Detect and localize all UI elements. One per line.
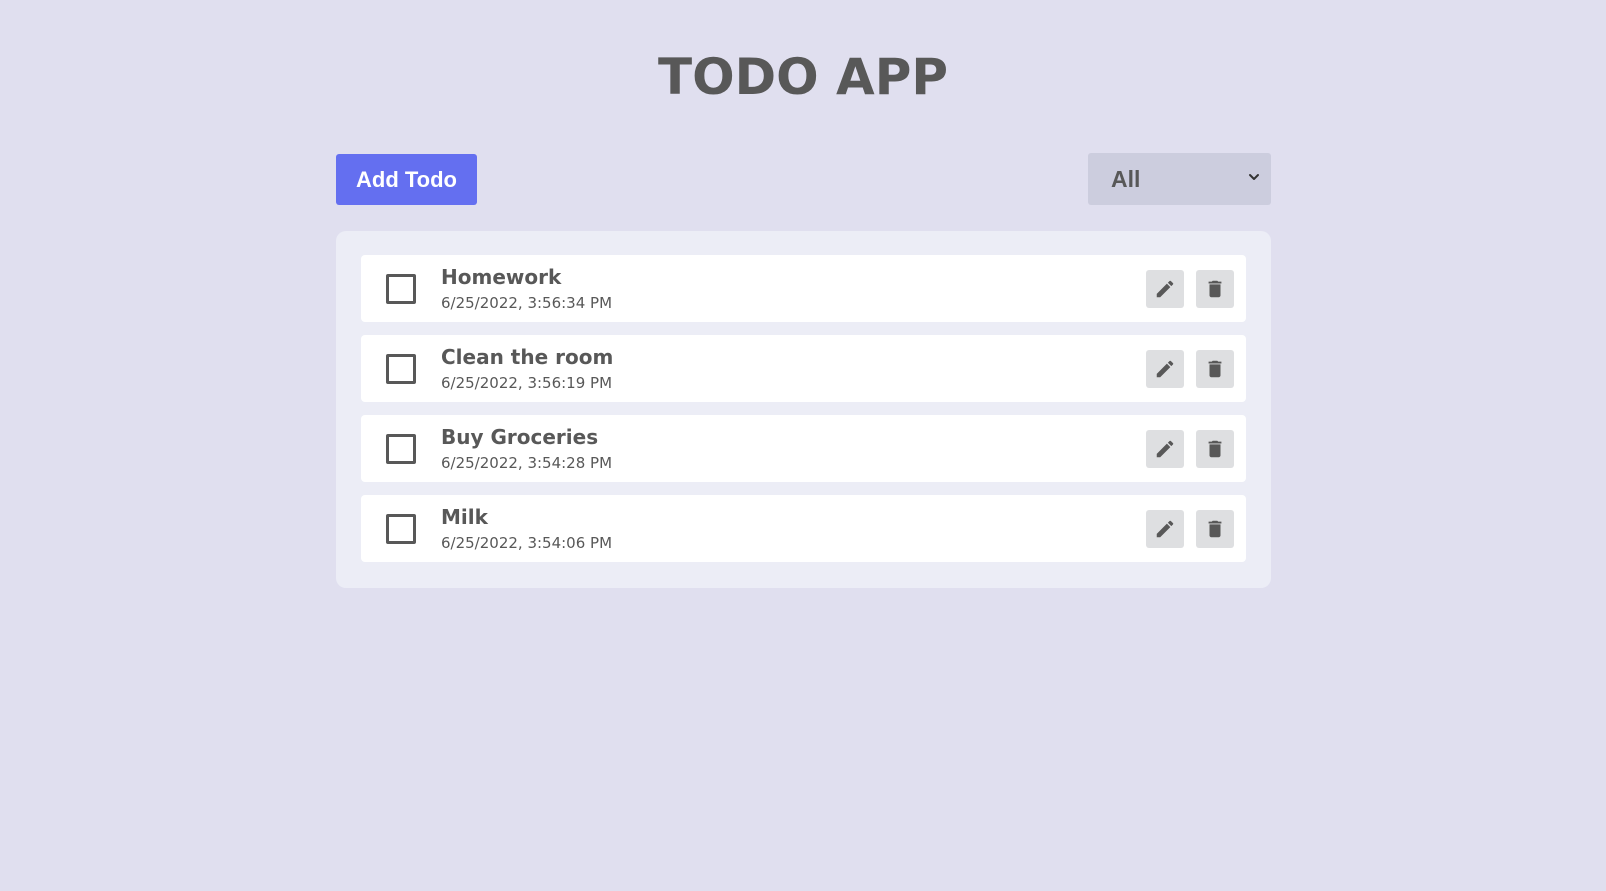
filter-selected-value: All (1111, 165, 1141, 192)
delete-button[interactable] (1196, 510, 1234, 548)
todo-timestamp: 6/25/2022, 3:54:06 PM (441, 534, 613, 552)
todo-checkbox[interactable] (386, 514, 416, 544)
trash-icon (1208, 280, 1222, 298)
pencil-icon (1156, 280, 1174, 298)
todo-item: Homework 6/25/2022, 3:56:34 PM (361, 255, 1246, 322)
pencil-icon (1156, 440, 1174, 458)
add-todo-button[interactable]: Add Todo (336, 154, 477, 205)
todo-title: Buy Groceries (441, 425, 599, 449)
todo-checkbox[interactable] (386, 274, 416, 304)
delete-button[interactable] (1196, 430, 1234, 468)
todo-timestamp: 6/25/2022, 3:56:19 PM (441, 374, 613, 392)
todo-item: Milk 6/25/2022, 3:54:06 PM (361, 495, 1246, 562)
todo-item: Buy Groceries 6/25/2022, 3:54:28 PM (361, 415, 1246, 482)
chevron-down-icon (1249, 174, 1259, 180)
todo-checkbox[interactable] (386, 354, 416, 384)
todo-item: Clean the room 6/25/2022, 3:56:19 PM (361, 335, 1246, 402)
trash-icon (1208, 360, 1222, 378)
todo-title: Milk (441, 505, 488, 529)
delete-button[interactable] (1196, 350, 1234, 388)
todo-title: Homework (441, 265, 562, 289)
edit-button[interactable] (1146, 270, 1184, 308)
edit-button[interactable] (1146, 430, 1184, 468)
todo-checkbox[interactable] (386, 434, 416, 464)
edit-button[interactable] (1146, 510, 1184, 548)
status-filter-select[interactable]: All (1088, 153, 1271, 205)
pencil-icon (1156, 520, 1174, 538)
delete-button[interactable] (1196, 270, 1234, 308)
page-title: TODO APP (657, 48, 948, 106)
pencil-icon (1156, 360, 1174, 378)
edit-button[interactable] (1146, 350, 1184, 388)
todo-list: Homework 6/25/2022, 3:56:34 PM Clean the… (336, 231, 1271, 588)
todo-title: Clean the room (441, 345, 614, 369)
trash-icon (1208, 520, 1222, 538)
trash-icon (1208, 440, 1222, 458)
todo-timestamp: 6/25/2022, 3:56:34 PM (441, 294, 613, 312)
todo-timestamp: 6/25/2022, 3:54:28 PM (441, 454, 613, 472)
